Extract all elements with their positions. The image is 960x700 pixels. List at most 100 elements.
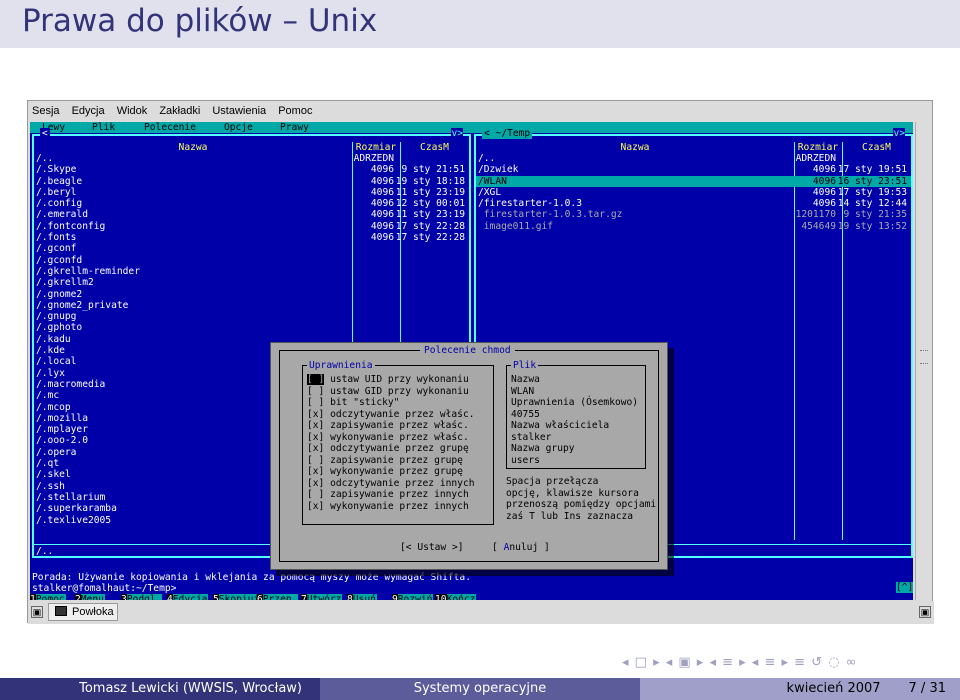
checkbox-label: bit "sticky" xyxy=(330,397,400,408)
file-name: /.gkrellm2 xyxy=(36,277,94,289)
fkey-3[interactable]: 3Podgl. xyxy=(121,594,163,600)
col-time[interactable]: CzasM xyxy=(842,142,911,153)
col-name[interactable]: Nazwa xyxy=(34,142,352,153)
file-row[interactable]: image011.gif 454649 19 sty 13:52 xyxy=(476,221,911,232)
menu-zakladki[interactable]: Zakładki xyxy=(159,105,200,117)
mc-menu-polecenie[interactable]: Polecenie xyxy=(144,122,196,133)
checkbox-label: zapisywanie przez innych xyxy=(330,489,469,500)
fkey-7[interactable]: 7Utwórz xyxy=(301,594,343,600)
tab-powloka[interactable]: Powłoka xyxy=(48,603,118,621)
file-row[interactable]: /.emerald 4096 11 sty 23:19 xyxy=(34,209,469,220)
file-row[interactable]: /.gconfd xyxy=(34,255,469,266)
file-row[interactable]: /.gnupg xyxy=(34,311,469,322)
close-tab-icon[interactable]: ▣ xyxy=(919,606,931,618)
fkey-9[interactable]: 9Rozwiń xyxy=(392,594,434,600)
file-row[interactable]: /.. ADRZEDN xyxy=(476,153,911,164)
beamer-navigation-icons[interactable]: ◂ □ ▸ ◂ ▣ ▸ ◂ ≡ ▸ ◂ ≡ ▸ ≡ ↺ ◌ ∞ xyxy=(622,655,858,670)
left-panel-arrows[interactable]: v> xyxy=(451,128,463,139)
mc-menu-opcje[interactable]: Opcje xyxy=(224,122,253,133)
file-name: /.mplayer xyxy=(36,424,88,436)
fkey-6[interactable]: 6Przen. xyxy=(257,594,299,600)
fkey-label: Menu xyxy=(80,594,105,600)
file-size: ADRZEDN xyxy=(353,153,394,164)
file-row[interactable]: /.fontconfig 4096 17 sty 22:28 xyxy=(34,221,469,232)
menu-sesja[interactable]: Sesja xyxy=(32,105,60,117)
shell-prompt[interactable]: stalker@fomalhaut:~/Temp> xyxy=(32,583,176,594)
mc-menu-plik[interactable]: Plik xyxy=(92,122,115,133)
left-col-header: Nazwa Rozmiar CzasM xyxy=(34,142,469,153)
col-size[interactable]: Rozmiar xyxy=(352,142,400,153)
mc-menu-prawy[interactable]: Prawy xyxy=(280,122,309,133)
file-row[interactable]: /.config 4096 12 sty 00:01 xyxy=(34,198,469,209)
file-row[interactable]: /.gphoto xyxy=(34,322,469,333)
file-row[interactable]: firestarter-1.0.3.tar.gz 1201170 9 sty 21:… xyxy=(476,209,911,220)
file-row[interactable]: /.Skype 4096 9 sty 21:51 xyxy=(34,164,469,175)
file-name: /.local xyxy=(36,356,77,368)
terminal-area[interactable]: Lewy Plik Polecenie Opcje Prawy < v> Naz… xyxy=(30,122,913,600)
permission-checkbox[interactable]: [x] odczytywanie przez właśc. xyxy=(307,409,475,421)
col-time[interactable]: CzasM xyxy=(400,142,469,153)
checkbox-mark: [ ] xyxy=(307,374,325,385)
permission-checkbox[interactable]: [ ] bit "sticky" xyxy=(307,397,475,409)
col-size[interactable]: Rozmiar xyxy=(794,142,842,153)
fkey-2[interactable]: 2Menu xyxy=(75,594,105,600)
file-name: /WLAN xyxy=(478,175,507,187)
konsole-tabbar: ▣ Powłoka ▣ xyxy=(28,601,934,624)
new-tab-icon[interactable]: ▣ xyxy=(31,606,43,618)
file-row[interactable]: /.gnome2 xyxy=(34,289,469,300)
file-name: /XGL xyxy=(478,186,502,198)
fkey-10[interactable]: 10Kończ xyxy=(435,594,477,600)
permission-checkbox[interactable]: [ ] ustaw UID przy wykonaniu xyxy=(307,374,475,386)
permission-checkbox[interactable]: [ ] zapisywanie przez grupę xyxy=(307,455,475,467)
file-time: 9 sty 21:51 xyxy=(401,164,465,176)
menu-widok[interactable]: Widok xyxy=(117,105,148,117)
permission-checkbox[interactable]: [x] wykonywanie przez właśc. xyxy=(307,432,475,444)
cancel-button[interactable]: [ Anuluj ] xyxy=(492,542,550,553)
file-row[interactable]: /Dzwiek 4096 17 sty 19:51 xyxy=(476,164,911,175)
file-row[interactable]: /.gkrellm2 xyxy=(34,277,469,288)
checkbox-mark: [x] xyxy=(307,431,325,443)
help-line: opcję, klawisze kursora xyxy=(506,487,639,499)
fkey-number: 5 xyxy=(213,594,219,600)
permission-checkbox[interactable]: [x] wykonywanie przez grupę xyxy=(307,466,475,478)
menu-edycja[interactable]: Edycja xyxy=(72,105,105,117)
file-row[interactable]: /.. ADRZEDN xyxy=(34,153,469,164)
fkey-4[interactable]: 4Edycja xyxy=(167,594,209,600)
file-time: 14 sty 12:44 xyxy=(837,198,907,210)
permission-checkbox[interactable]: [x] odczytywanie przez innych xyxy=(307,478,475,490)
function-key-bar: 1Pomoc 2Menu 3Podgl. 4Edycja 5Skopiuj 6Przen.… xyxy=(30,594,913,600)
file-row[interactable]: /.fonts 4096 17 sty 22:28 xyxy=(34,232,469,243)
menu-pomoc[interactable]: Pomoc xyxy=(278,105,312,117)
file-name: /.superkaramba xyxy=(36,503,117,515)
file-name: /.lyx xyxy=(36,367,65,379)
file-row[interactable]: /.beagle 4096 19 sty 18:18 xyxy=(34,176,469,187)
col-name[interactable]: Nazwa xyxy=(476,142,794,153)
fkey-1[interactable]: 1Pomoc xyxy=(30,594,66,600)
set-button[interactable]: [< Ustaw >] xyxy=(400,542,464,553)
file-row[interactable]: /firestarter-1.0.3 4096 14 sty 12:44 xyxy=(476,198,911,209)
checkbox-mark: [x] xyxy=(307,443,325,454)
file-name: /.gnome2 xyxy=(36,288,83,300)
permission-checkbox[interactable]: [x] zapisywanie przez właśc. xyxy=(307,420,475,432)
file-row[interactable]: /.beryl 4096 11 sty 23:19 xyxy=(34,187,469,198)
file-name: /.mcop xyxy=(36,401,71,413)
fkey-5[interactable]: 5Skopiuj xyxy=(213,594,261,600)
file-row[interactable]: /.gnome2_private xyxy=(34,300,469,311)
permission-checkbox[interactable]: [x] odczytywanie przez grupę xyxy=(307,443,475,455)
corner-indicator[interactable]: [^] xyxy=(896,582,913,593)
permission-checkbox[interactable]: [ ] ustaw GID przy wykonaniu xyxy=(307,386,475,398)
scrollbar-grip-icon[interactable] xyxy=(920,350,928,364)
vertical-scrollbar[interactable] xyxy=(915,122,932,600)
right-panel-arrows[interactable]: v> xyxy=(893,128,905,139)
file-name: /Dzwiek xyxy=(478,164,519,176)
file-row[interactable]: /.gkrellm-reminder xyxy=(34,266,469,277)
file-row[interactable]: /.gconf xyxy=(34,243,469,254)
file-row[interactable]: /WLAN 4096 16 sty 23:51 xyxy=(476,175,911,187)
permission-checkbox[interactable]: [x] wykonywanie przez innych xyxy=(307,501,475,513)
menu-ustawienia[interactable]: Ustawienia xyxy=(212,105,266,117)
file-row[interactable]: /XGL 4096 17 sty 19:53 xyxy=(476,187,911,198)
checkbox-label: zapisywanie przez właśc. xyxy=(330,420,469,431)
tab-label: Powłoka xyxy=(72,606,114,618)
fkey-8[interactable]: 8Usuń xyxy=(347,594,377,600)
permission-checkbox[interactable]: [ ] zapisywanie przez innych xyxy=(307,489,475,501)
